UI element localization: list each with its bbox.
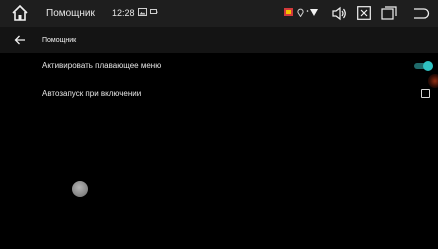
cast-icon: [150, 9, 158, 14]
page-title: Помощник: [42, 37, 77, 44]
status-bar: Помощник 12:28: [0, 0, 438, 27]
image-icon: [138, 8, 147, 16]
floating-menu-ball[interactable]: [72, 181, 88, 197]
status-app-title: Помощник: [46, 8, 95, 19]
flag-icon: [284, 8, 293, 16]
close-box-icon[interactable]: [357, 6, 371, 20]
home-icon[interactable]: [11, 4, 29, 22]
floating-menu-label: Активировать плавающее меню: [42, 61, 162, 70]
volume-icon[interactable]: [332, 6, 347, 21]
wifi-icon: [306, 9, 318, 16]
edge-glow: [428, 74, 438, 88]
location-icon: [297, 8, 304, 17]
back-arrow-icon[interactable]: [14, 34, 26, 46]
status-time: 12:28: [112, 8, 135, 18]
toggle-thumb: [423, 61, 433, 71]
floating-menu-toggle[interactable]: [412, 60, 434, 71]
back-icon[interactable]: [412, 6, 430, 20]
app-header: Помощник: [0, 27, 438, 53]
autostart-checkbox[interactable]: [421, 89, 430, 98]
autostart-label: Автозапуск при включении: [42, 89, 142, 98]
recent-apps-icon[interactable]: [381, 6, 397, 20]
